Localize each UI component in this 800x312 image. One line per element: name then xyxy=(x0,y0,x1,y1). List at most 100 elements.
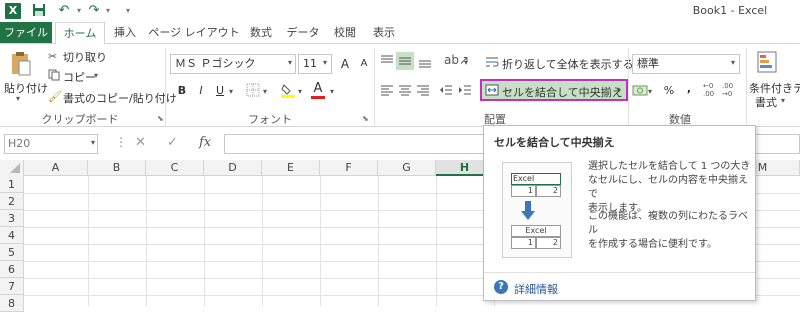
cancel-formula-button[interactable]: ✕ xyxy=(135,135,146,150)
row-header-6[interactable]: 6 xyxy=(0,261,24,278)
copy-button[interactable]: コピー xyxy=(63,69,96,85)
row-header-7[interactable]: 7 xyxy=(0,278,24,295)
wrap-text-icon[interactable] xyxy=(485,55,499,69)
font-name-dropdown-icon[interactable]: ▾ xyxy=(288,58,292,67)
column-header-g[interactable]: G xyxy=(378,160,436,176)
paste-icon[interactable] xyxy=(10,50,32,80)
row-header-1[interactable]: 1 xyxy=(0,176,24,193)
shrink-font-button[interactable]: A xyxy=(355,55,373,73)
enter-formula-button[interactable]: ✓ xyxy=(167,135,178,150)
tooltip-desc-line: この機能は、複数の列にわたるラベル xyxy=(588,211,748,236)
tooltip-title: セルを結合して中央揃え xyxy=(494,136,615,149)
align-center-icon[interactable] xyxy=(397,82,413,98)
clipboard-group-label: クリップボード xyxy=(41,113,119,126)
formula-bar-splitter-icon[interactable]: ⋮ xyxy=(115,135,127,149)
merge-center-tooltip: セルを結合して中央揃え Excel 1 2 Excel 1 2 選択したセルを結… xyxy=(483,125,756,301)
percent-button[interactable]: % xyxy=(660,82,678,100)
row-header-4[interactable]: 4 xyxy=(0,227,24,244)
italic-button[interactable]: I xyxy=(192,82,210,100)
row-header-3[interactable]: 3 xyxy=(0,210,24,227)
separator xyxy=(628,48,629,126)
font-color-dropdown-icon[interactable]: ▾ xyxy=(330,87,334,96)
conditional-formatting-dropdown-icon[interactable]: ▾ xyxy=(781,96,785,105)
merge-center-icon xyxy=(485,83,499,97)
conditional-formatting-icon[interactable] xyxy=(756,50,780,76)
name-box[interactable]: H20 xyxy=(4,134,98,154)
wrap-text-button[interactable]: 折り返して全体を表示する xyxy=(502,56,634,72)
merge-center-dropdown-icon[interactable]: ▾ xyxy=(617,86,621,95)
top-align-icon[interactable] xyxy=(379,53,395,69)
tab-review[interactable]: 校閲 xyxy=(328,22,362,44)
middle-align-icon[interactable] xyxy=(396,52,414,70)
grow-font-button[interactable]: A xyxy=(336,55,354,73)
fill-color-icon[interactable] xyxy=(280,82,296,98)
orientation-dropdown-icon[interactable]: ▾ xyxy=(464,58,468,67)
tab-file[interactable]: ファイル xyxy=(0,22,52,44)
tab-view[interactable]: 表示 xyxy=(367,22,401,44)
paste-dropdown-icon[interactable]: ▾ xyxy=(16,94,20,103)
row-header-5[interactable]: 5 xyxy=(0,244,24,261)
increase-decimal-icon[interactable]: ←0.00 xyxy=(703,82,719,98)
copy-dropdown-icon[interactable]: ▾ xyxy=(94,71,98,80)
borders-icon[interactable] xyxy=(245,82,261,98)
align-left-icon[interactable] xyxy=(379,82,395,98)
number-format-dropdown-icon[interactable]: ▾ xyxy=(731,58,735,67)
column-header-c[interactable]: C xyxy=(146,160,204,176)
font-name-box[interactable]: ＭＳ Ｐゴシック xyxy=(170,54,296,74)
underline-button[interactable]: U xyxy=(211,82,229,100)
number-format-box[interactable]: 標準 xyxy=(632,54,740,74)
format-painter-icon[interactable]: 🖌 xyxy=(48,90,62,103)
cut-icon[interactable]: ✂ xyxy=(48,50,60,63)
tooltip-desc-line: なセルにし、セルの内容を中央揃えで xyxy=(588,175,748,200)
row-header-2[interactable]: 2 xyxy=(0,193,24,210)
row-header-8[interactable]: 8 xyxy=(0,295,24,312)
decrease-decimal-icon[interactable]: .00 →0 xyxy=(722,82,738,98)
conditional-formatting-label-2: 書式 xyxy=(755,96,777,109)
clipboard-launcher-icon[interactable]: ⬊ xyxy=(157,114,164,123)
column-header-f[interactable]: F xyxy=(320,160,378,176)
gridline xyxy=(262,176,263,306)
increase-indent-icon[interactable] xyxy=(457,82,473,98)
tooltip-description-2: この機能は、複数の列にわたるラベル を作成する場合に便利です。 xyxy=(588,210,755,252)
gridline xyxy=(204,176,205,306)
tab-page-layout[interactable]: ページ レイアウト xyxy=(148,22,240,44)
column-header-d[interactable]: D xyxy=(204,160,262,176)
decrease-indent-icon[interactable] xyxy=(438,82,454,98)
select-all-button[interactable] xyxy=(0,160,24,176)
cut-button[interactable]: 切り取り xyxy=(63,49,107,65)
currency-dropdown-icon[interactable]: ▾ xyxy=(648,87,652,96)
underline-dropdown-icon[interactable]: ▾ xyxy=(229,87,233,96)
tell-me-more-link[interactable]: 詳細情報 xyxy=(514,281,558,297)
illustration-cell-1-bottom: 1 xyxy=(511,237,536,249)
fill-color-dropdown-icon[interactable]: ▾ xyxy=(298,87,302,96)
borders-dropdown-icon[interactable]: ▾ xyxy=(263,87,267,96)
format-as-table-label[interactable]: テ xyxy=(793,80,800,96)
name-box-dropdown-icon[interactable]: ▾ xyxy=(91,138,95,147)
comma-button[interactable]: , xyxy=(680,80,698,98)
column-header-a[interactable]: A xyxy=(24,160,88,176)
tab-data[interactable]: データ xyxy=(283,22,323,44)
tooltip-desc-line: を作成する場合に便利です。 xyxy=(588,239,717,250)
tab-home[interactable]: ホーム xyxy=(55,22,105,44)
font-color-swatch xyxy=(311,96,325,99)
tooltip-divider xyxy=(484,272,755,273)
font-launcher-icon[interactable]: ⬊ xyxy=(362,114,369,123)
format-painter-button[interactable]: 書式のコピー/貼り付け xyxy=(63,90,177,106)
tooltip-description-1: 選択したセルを結合して 1 つの大き なセルにし、セルの内容を中央揃えで 表示し… xyxy=(588,160,755,216)
currency-icon[interactable] xyxy=(632,82,648,98)
bold-button[interactable]: B xyxy=(173,82,191,100)
copy-icon[interactable] xyxy=(48,69,60,81)
bottom-align-icon[interactable] xyxy=(417,53,433,69)
gridline xyxy=(146,176,147,306)
orientation-icon[interactable]: ab↗ xyxy=(444,53,469,69)
font-size-dropdown-icon[interactable]: ▾ xyxy=(323,58,327,67)
tooltip-desc-line: 選択したセルを結合して 1 つの大き xyxy=(588,161,751,172)
font-group-label: フォント xyxy=(248,113,292,126)
tab-formulas[interactable]: 数式 xyxy=(244,22,278,44)
insert-function-button[interactable]: fx xyxy=(199,135,211,150)
column-header-b[interactable]: B xyxy=(88,160,146,176)
tab-insert[interactable]: 挿入 xyxy=(107,22,143,44)
paste-button[interactable]: 貼り付け xyxy=(4,80,48,96)
column-header-e[interactable]: E xyxy=(262,160,320,176)
align-right-icon[interactable] xyxy=(415,82,431,98)
